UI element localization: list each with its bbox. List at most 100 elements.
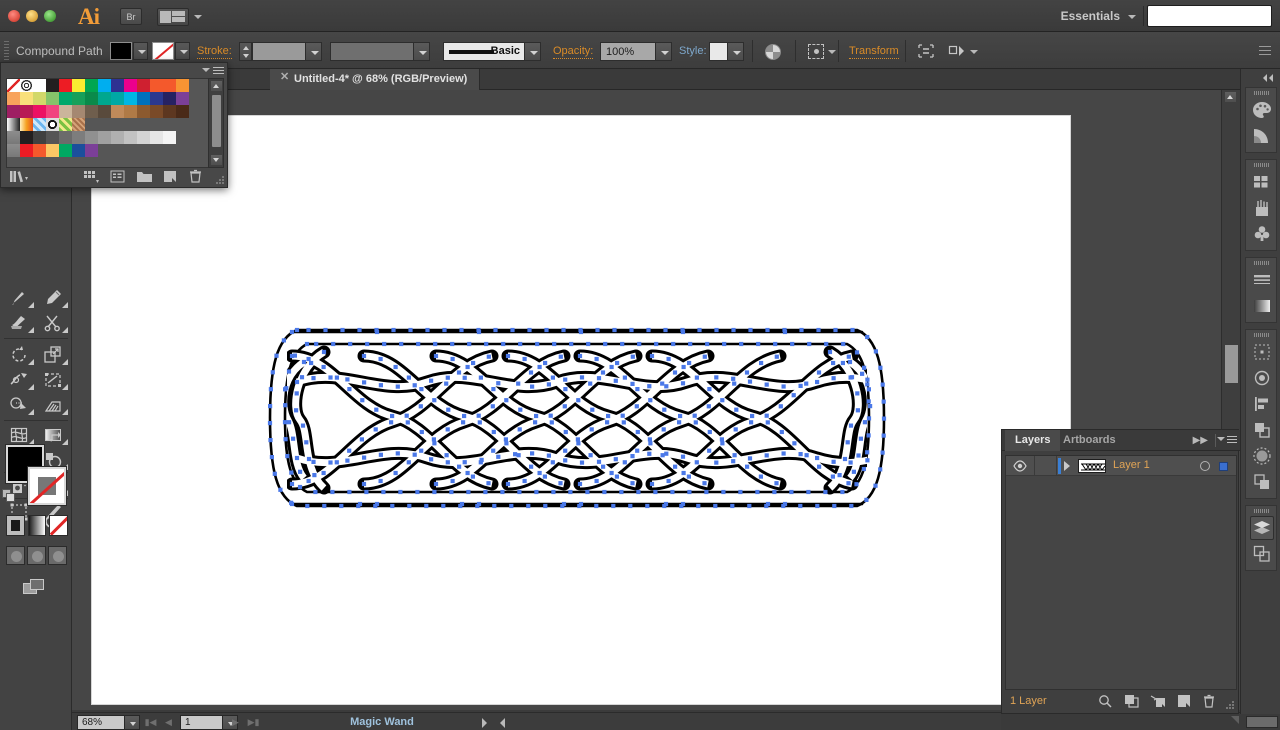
layers-list[interactable]: Layer 1 [1005, 455, 1237, 690]
stroke-panel-icon[interactable] [1250, 268, 1274, 292]
window-close-button[interactable] [8, 10, 20, 22]
swatch-cell[interactable] [124, 131, 137, 144]
align-icon[interactable] [808, 44, 824, 59]
document-tab-active[interactable]: ✕ Untitled-4* @ 68% (RGB/Preview) [270, 69, 481, 90]
swatch-cell[interactable] [72, 131, 85, 144]
gradient-mode-icon[interactable] [27, 515, 47, 536]
swatch-cell[interactable] [111, 92, 124, 105]
scroll-left-arrow-icon[interactable] [500, 718, 505, 728]
delete-swatch-icon[interactable] [189, 169, 202, 184]
stroke-color-swatch[interactable] [152, 42, 174, 60]
canvas-vertical-scrollbar[interactable] [1221, 90, 1240, 435]
swatches-panel-icon[interactable] [1250, 170, 1274, 194]
next-artboard-button[interactable]: ▶ [227, 715, 244, 730]
stroke-weight-stepper[interactable] [239, 42, 252, 61]
mesh-tool[interactable] [2, 422, 36, 447]
stroke-weight-field[interactable] [252, 42, 310, 61]
swatch-cell[interactable] [72, 92, 85, 105]
stroke-weight-dropdown[interactable] [305, 42, 322, 61]
celtic-knot-artwork[interactable] [92, 116, 1070, 704]
swatch-cell[interactable] [163, 105, 176, 118]
stroke-color-swatch-large[interactable] [28, 467, 66, 505]
color-mode-icon[interactable] [6, 515, 25, 536]
swatch-cell[interactable] [98, 92, 111, 105]
swatch-cell[interactable] [111, 105, 124, 118]
swatch-cell[interactable] [176, 92, 189, 105]
delete-selection-icon[interactable] [1203, 694, 1215, 708]
swatch-cell[interactable] [33, 92, 46, 105]
artboard-number-field[interactable]: 1 [180, 715, 224, 730]
dock-group-grip[interactable] [1254, 509, 1270, 513]
window-minimize-button[interactable] [26, 10, 38, 22]
swatch-cell[interactable] [137, 79, 150, 92]
stroke-profile-dropdown[interactable] [413, 42, 430, 61]
swatch-cell[interactable] [20, 105, 33, 118]
swatch-cell[interactable] [59, 118, 72, 131]
blob-brush-tool[interactable] [2, 310, 36, 335]
new-swatch-icon[interactable] [163, 169, 178, 184]
zoom-level-field[interactable]: 68% [77, 715, 125, 730]
status-text[interactable]: Magic Wand [272, 716, 492, 728]
fill-dropdown-button[interactable] [133, 42, 148, 60]
brushes-panel-icon[interactable] [1250, 196, 1274, 220]
swatch-cell[interactable] [20, 92, 33, 105]
last-artboard-button[interactable]: ▶▮ [245, 715, 262, 730]
artboard[interactable] [92, 116, 1070, 704]
pencil-tool[interactable] [36, 285, 70, 310]
scroll-up-arrow-icon[interactable] [1225, 92, 1236, 102]
swatch-cell[interactable] [98, 131, 111, 144]
zoom-level-dropdown[interactable] [124, 715, 140, 730]
swatch-cell[interactable] [72, 118, 85, 131]
swatch-cell[interactable] [46, 92, 59, 105]
scroll-down-arrow-icon[interactable] [211, 155, 222, 165]
paintbrush-tool[interactable] [2, 285, 36, 310]
swatch-cell[interactable] [85, 79, 98, 92]
transform-panel-icon[interactable] [1250, 340, 1274, 364]
swatch-cell[interactable] [33, 79, 46, 92]
draw-normal-icon[interactable] [6, 546, 25, 565]
gradient-panel-icon[interactable] [1250, 294, 1274, 318]
swatch-cell[interactable] [137, 131, 150, 144]
search-input[interactable] [1147, 5, 1272, 27]
pathfinder-panel-icon[interactable] [1250, 418, 1274, 442]
swatch-cell[interactable] [59, 92, 72, 105]
swatch-cell[interactable] [33, 105, 46, 118]
close-icon[interactable]: ✕ [280, 72, 289, 83]
brush-definition-field[interactable]: Basic [443, 42, 525, 61]
swatch-cell[interactable] [150, 79, 163, 92]
scissors-tool[interactable] [36, 310, 70, 335]
swatch-cell[interactable] [98, 105, 111, 118]
swatch-cell[interactable] [111, 131, 124, 144]
layers-panel[interactable]: Layers Artboards ▶▶ Layer 1 1 Layer [1001, 429, 1240, 721]
swatch-cell[interactable] [137, 105, 150, 118]
draw-behind-icon[interactable] [27, 546, 46, 565]
swatch-cell[interactable] [59, 144, 72, 157]
chevron-down-icon[interactable] [202, 68, 210, 72]
visibility-toggle-icon[interactable] [1013, 460, 1027, 472]
swatch-grid[interactable] [6, 78, 211, 168]
fill-color-swatch[interactable] [110, 42, 132, 60]
bridge-button[interactable]: Br [120, 8, 142, 25]
swatch-options-icon[interactable] [110, 169, 125, 184]
swatch-cell[interactable] [163, 131, 176, 144]
swatch-cell[interactable] [72, 105, 85, 118]
chevron-down-icon[interactable] [1128, 15, 1136, 19]
swatch-cell[interactable] [7, 92, 20, 105]
control-bar-grip[interactable] [4, 41, 9, 61]
new-color-group-icon[interactable] [136, 169, 153, 184]
swatch-cell[interactable] [33, 131, 46, 144]
control-bar-menu-icon[interactable] [1259, 46, 1271, 56]
locate-object-icon[interactable] [1098, 694, 1112, 708]
swap-fill-stroke-icon[interactable] [50, 431, 64, 443]
swatch-cell[interactable] [59, 79, 72, 92]
status-menu-icon[interactable] [482, 718, 487, 728]
swatches-scroll-thumb[interactable] [212, 95, 221, 147]
change-screen-mode-icon[interactable] [22, 578, 48, 596]
swatch-cell[interactable] [59, 105, 72, 118]
chevron-down-icon[interactable] [828, 50, 836, 54]
previous-artboard-button[interactable]: ◀ [160, 715, 177, 730]
swatch-cell[interactable] [124, 105, 137, 118]
swatch-cell[interactable] [46, 144, 59, 157]
swatch-cell[interactable] [20, 118, 33, 131]
swatch-cell[interactable] [137, 92, 150, 105]
